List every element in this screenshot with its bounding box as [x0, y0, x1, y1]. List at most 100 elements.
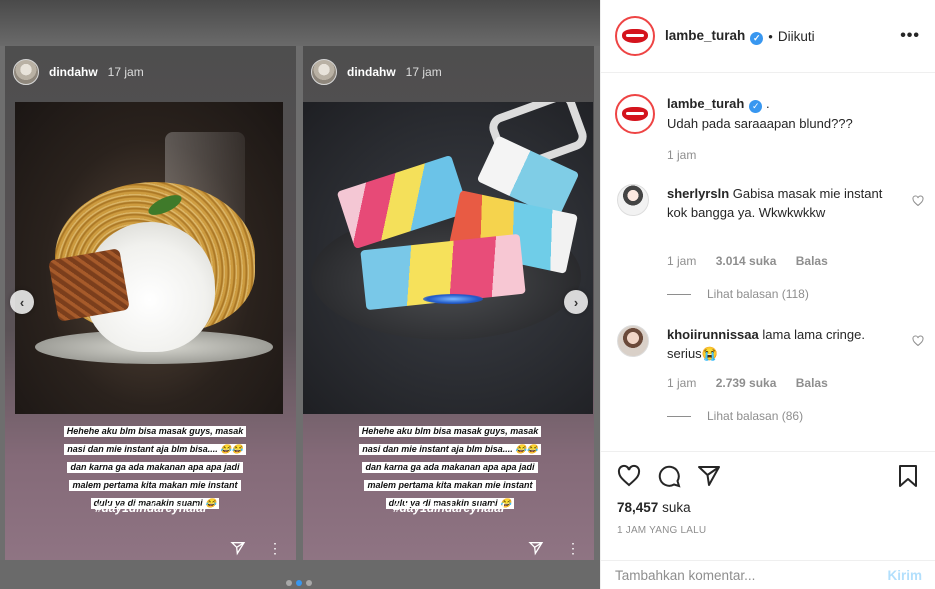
- comment-item: sherlyrsln Gabisa masak mie instant kok …: [617, 184, 917, 222]
- caption-username[interactable]: lambe_turah: [667, 96, 744, 111]
- share-icon[interactable]: [697, 464, 721, 488]
- story-avatar: [13, 59, 39, 85]
- replies-divider: [667, 293, 691, 295]
- story-caption: Hehehe aku blm bisa masak guys, masak na…: [50, 421, 260, 511]
- post-media-carousel: dindahw 17 jam Hehehe aku blm bisa masak…: [0, 0, 600, 589]
- post-time-ago[interactable]: 1 JAM YANG LALU: [617, 525, 706, 536]
- view-replies-label[interactable]: Lihat balasan (118): [707, 287, 809, 301]
- view-replies-label[interactable]: Lihat balasan (86): [707, 409, 803, 423]
- story-header: dindahw 17 jam: [13, 58, 144, 86]
- story-hashtag: #day1dindareyhalal: [392, 501, 505, 515]
- carousel-next-button[interactable]: ›: [564, 290, 588, 314]
- more-options-icon[interactable]: •••: [900, 27, 920, 45]
- story-screenshot-1: dindahw 17 jam Hehehe aku blm bisa masak…: [5, 46, 296, 560]
- story-caption-line: Hehehe aku blm bisa masak guys, masak: [358, 426, 542, 437]
- send-icon: [528, 542, 544, 556]
- verified-badge-icon: ✓: [749, 100, 763, 113]
- story-time: 17 jam: [107, 65, 144, 79]
- caption-text: lambe_turah ✓ . Udah pada saraaapan blund…: [667, 94, 853, 134]
- media-top-strip: [0, 0, 600, 46]
- comment-text: khoiirunnissaa lama lama cringe. serius😭: [667, 325, 892, 363]
- comment-input[interactable]: [615, 567, 888, 583]
- wok-photo: [303, 102, 593, 414]
- comment-likes[interactable]: 3.014 suka: [716, 254, 777, 268]
- carousel-dot: [306, 580, 312, 586]
- story-hashtag: #day1dindareyhalal: [94, 501, 207, 515]
- heart-icon[interactable]: [617, 464, 641, 488]
- header-username[interactable]: lambe_turah ✓: [665, 28, 764, 45]
- chevron-right-icon: ›: [573, 294, 579, 310]
- story-caption-line: dan karna ga ada makanan apa apa jadi: [362, 462, 538, 473]
- story-caption-line: nasi dan mie instant aja blm bisa.... 😂😂: [64, 444, 246, 455]
- action-icons: [617, 464, 721, 488]
- caption-body: Udah pada saraaapan blund???: [667, 116, 853, 131]
- header-separator: •: [768, 28, 773, 44]
- comment-likes[interactable]: 2.739 suka: [716, 376, 777, 390]
- story-avatar: [311, 59, 337, 85]
- post-comment-button[interactable]: Kirim: [887, 568, 922, 583]
- like-comment-heart-icon[interactable]: [912, 195, 924, 207]
- story-caption-line: malem pertama kita makan mie instant: [364, 480, 536, 491]
- view-replies-button[interactable]: Lihat balasan (86): [667, 409, 803, 423]
- replies-divider: [667, 415, 691, 417]
- more-vertical-icon: ⋮: [268, 540, 282, 556]
- header-username-text[interactable]: lambe_turah: [665, 28, 745, 43]
- story-caption-line: nasi dan mie instant aja blm bisa.... 😂😂: [359, 444, 541, 455]
- story-username: dindahw: [49, 65, 98, 79]
- comment-icon[interactable]: [657, 464, 681, 488]
- likes-label[interactable]: suka: [662, 500, 691, 515]
- lips-logo-icon: [622, 29, 648, 43]
- carousel-prev-button[interactable]: ‹: [10, 290, 34, 314]
- story-header: dindahw 17 jam: [311, 58, 442, 86]
- carousel-dot-active: [296, 580, 302, 586]
- carousel-dot: [286, 580, 292, 586]
- avatar[interactable]: [617, 325, 649, 357]
- comment-meta: 1 jam 3.014 suka Balas: [667, 254, 844, 268]
- story-screenshot-2: dindahw 17 jam Hehehe aku blm bisa masak…: [303, 46, 594, 560]
- more-vertical-icon: ⋮: [566, 540, 580, 556]
- comment-meta: 1 jam 2.739 suka Balas: [667, 376, 844, 390]
- comment-time[interactable]: 1 jam: [667, 376, 696, 390]
- tempe-shape: [48, 248, 130, 322]
- comments-list[interactable]: lambe_turah ✓ . Udah pada saraaapan blund…: [601, 74, 935, 450]
- story-caption-line: dan karna ga ada makanan apa apa jadi: [67, 462, 243, 473]
- reply-button[interactable]: Balas: [796, 376, 828, 390]
- save-bookmark-button[interactable]: [896, 464, 920, 493]
- comment-time[interactable]: 1 jam: [667, 254, 696, 268]
- likes-number[interactable]: 78,457: [617, 500, 658, 515]
- story-time: 17 jam: [405, 65, 442, 79]
- like-comment-heart-icon[interactable]: [912, 335, 924, 347]
- comment-username[interactable]: khoiirunnissaa: [667, 327, 759, 342]
- avatar[interactable]: [615, 16, 655, 56]
- story-caption-line: malem pertama kita makan mie instant: [69, 480, 241, 491]
- caption-suffix: .: [765, 96, 770, 111]
- avatar[interactable]: [617, 184, 649, 216]
- post-header: lambe_turah ✓ • Diikuti •••: [601, 0, 935, 73]
- comment-username[interactable]: sherlyrsln: [667, 186, 729, 201]
- comment-item: khoiirunnissaa lama lama cringe. serius😭: [617, 325, 917, 363]
- chevron-left-icon: ‹: [19, 294, 25, 310]
- view-replies-button[interactable]: Lihat balasan (118): [667, 287, 809, 301]
- post-side-panel: lambe_turah ✓ • Diikuti ••• lambe_turah ✓ …: [600, 0, 935, 589]
- following-button[interactable]: Diikuti: [778, 29, 815, 44]
- likes-count[interactable]: 78,457 suka: [617, 500, 691, 515]
- stove-flame-shape: [423, 294, 483, 304]
- story-actions: ⋮: [230, 540, 282, 556]
- add-comment-bar: Kirim: [601, 560, 935, 589]
- food-photo: [15, 102, 283, 414]
- story-caption-line: Hehehe aku blm bisa masak guys, masak: [63, 426, 247, 437]
- lips-logo-icon: [622, 107, 648, 121]
- comment-text: sherlyrsln Gabisa masak mie instant kok …: [667, 184, 892, 222]
- caption-time[interactable]: 1 jam: [667, 148, 696, 162]
- caption-meta: 1 jam: [667, 148, 712, 162]
- story-username: dindahw: [347, 65, 396, 79]
- post-caption: lambe_turah ✓ . Udah pada saraaapan blund…: [615, 94, 853, 134]
- post-actions: 78,457 suka 1 JAM YANG LALU: [601, 451, 935, 566]
- reply-button[interactable]: Balas: [796, 254, 828, 268]
- bookmark-icon[interactable]: [896, 464, 920, 488]
- verified-badge-icon: ✓: [750, 31, 764, 45]
- send-icon: [230, 542, 246, 556]
- avatar[interactable]: [615, 94, 655, 134]
- story-actions: ⋮: [528, 540, 580, 556]
- story-caption: Hehehe aku blm bisa masak guys, masak na…: [345, 421, 555, 511]
